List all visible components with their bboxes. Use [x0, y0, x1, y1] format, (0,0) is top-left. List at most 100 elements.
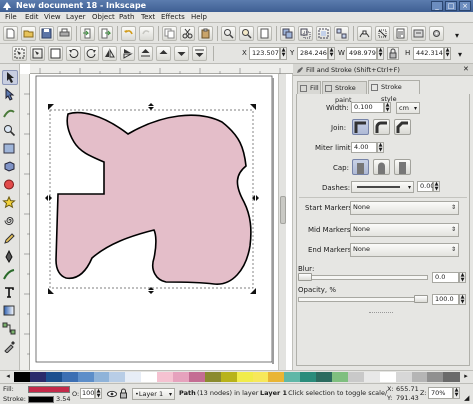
dash-offset-stepper[interactable]: ▲ ▼ — [433, 181, 440, 192]
cap-square-button[interactable] — [394, 159, 411, 175]
join-miter-button[interactable] — [352, 119, 369, 135]
rotate-cw-button[interactable] — [84, 46, 99, 61]
zoom-drawing-button[interactable] — [239, 26, 254, 41]
cap-round-button[interactable] — [373, 159, 390, 175]
open-button[interactable] — [21, 26, 36, 41]
cut-button[interactable] — [180, 26, 195, 41]
print-button[interactable] — [57, 26, 72, 41]
panel-resize-grip[interactable] — [369, 312, 393, 314]
save-button[interactable] — [39, 26, 54, 41]
tab-stroke-style[interactable]: Stroke style — [368, 80, 420, 103]
palette-scroll-left-icon[interactable]: ◂ — [2, 372, 14, 382]
node-tool[interactable] — [2, 87, 18, 103]
cap-butt-button[interactable] — [352, 159, 369, 175]
end-markers-select[interactable]: None ⇕ — [350, 243, 459, 257]
palette-swatch[interactable] — [45, 372, 63, 382]
palette-swatch[interactable] — [157, 372, 174, 382]
tweak-tool[interactable] — [2, 106, 18, 121]
palette-swatch[interactable] — [14, 372, 31, 382]
deselect-button[interactable] — [48, 46, 63, 61]
zoom-selection-button[interactable] — [221, 26, 236, 41]
rectangle-tool[interactable] — [2, 142, 18, 157]
palette-swatch[interactable] — [188, 372, 206, 382]
zoom-input[interactable]: 70% — [428, 387, 453, 399]
palette-swatch[interactable] — [347, 372, 365, 382]
palette-swatch[interactable] — [395, 372, 413, 382]
w-input[interactable]: 498.979 — [346, 47, 377, 60]
h-input[interactable]: 442.314 — [413, 47, 444, 60]
palette-swatch[interactable] — [284, 372, 301, 382]
palette-swatch[interactable] — [332, 372, 349, 382]
palette-swatch[interactable] — [220, 372, 238, 382]
left-scale-handle[interactable] — [45, 195, 52, 201]
palette-swatch[interactable] — [236, 372, 254, 382]
opacity-stepper[interactable]: ▲ ▼ — [459, 294, 466, 305]
menu-object[interactable]: Object — [92, 13, 115, 21]
scrollbar-thumb[interactable] — [280, 196, 286, 224]
opacity-quick-stepper[interactable]: ▲ ▼ — [95, 388, 102, 399]
controls-overflow-icon[interactable]: ▾ — [458, 50, 462, 59]
menu-help[interactable]: Help — [191, 13, 207, 21]
menu-file[interactable]: File — [5, 13, 17, 21]
preferences-button[interactable] — [411, 26, 426, 41]
opacity-slider[interactable] — [298, 297, 428, 302]
dropper-tool[interactable] — [2, 340, 18, 355]
export-button[interactable] — [98, 26, 113, 41]
dash-pattern-select[interactable]: ▾ — [351, 181, 414, 193]
layer-lock-icon[interactable] — [119, 388, 128, 399]
stroke-width-stepper[interactable]: ▲ ▼ — [384, 102, 391, 113]
document-properties-button[interactable] — [393, 26, 408, 41]
h-stepper[interactable]: ▲ ▼ — [444, 47, 451, 60]
spiral-tool[interactable] — [2, 214, 18, 229]
toolbar-overflow-icon[interactable]: ▾ — [455, 31, 459, 40]
zoom-page-button[interactable] — [257, 26, 272, 41]
mid-markers-select[interactable]: None ⇕ — [350, 223, 459, 237]
pencil-tool[interactable] — [2, 232, 18, 247]
current-layer-select[interactable]: •Layer 1 ▾ — [132, 388, 175, 400]
select-all-layers-button[interactable] — [30, 46, 45, 61]
ungroup-button[interactable] — [334, 26, 349, 41]
raise-button[interactable] — [156, 46, 171, 61]
join-bevel-button[interactable] — [394, 119, 411, 135]
resize-grip-icon[interactable]: ◢ — [464, 394, 472, 402]
zoom-stepper[interactable]: ▲ ▼ — [453, 387, 460, 399]
group-button[interactable] — [316, 26, 331, 41]
palette-swatch[interactable] — [61, 372, 79, 382]
dash-offset-input[interactable]: 0.00 — [417, 181, 434, 192]
calligraphy-tool[interactable] — [2, 268, 18, 283]
vertical-scrollbar[interactable] — [278, 74, 286, 370]
palette-swatch[interactable] — [427, 372, 444, 382]
paste-button[interactable] — [198, 26, 213, 41]
connector-tool[interactable] — [2, 322, 18, 337]
x-stepper[interactable]: ▲ ▼ — [280, 47, 287, 60]
top-scale-handle[interactable] — [148, 103, 154, 110]
node-editor-button[interactable] — [357, 26, 372, 41]
palette-swatch[interactable] — [316, 372, 333, 382]
palette-swatch[interactable] — [109, 372, 126, 382]
lower-to-bottom-button[interactable] — [192, 46, 207, 61]
opacity-slider-handle[interactable] — [414, 295, 428, 303]
palette-swatch[interactable] — [173, 372, 190, 382]
new-document-button[interactable] — [3, 26, 18, 41]
miter-limit-input[interactable]: 4.00 — [351, 142, 377, 153]
opacity-input[interactable]: 100.0 — [432, 294, 459, 305]
blur-slider[interactable] — [298, 275, 428, 280]
ellipse-tool[interactable] — [2, 178, 18, 193]
flip-horizontal-button[interactable] — [102, 46, 117, 61]
maximize-button[interactable]: □ — [445, 1, 457, 11]
select-all-button[interactable] — [12, 46, 27, 61]
stroke-width-input[interactable]: 0.100 — [351, 102, 384, 113]
menu-text[interactable]: Text — [141, 13, 155, 21]
tab-stroke-paint[interactable]: Stroke paint — [322, 81, 367, 104]
palette-scroll-right-icon[interactable]: ▸ — [461, 372, 471, 382]
eye-icon[interactable] — [107, 389, 117, 399]
palette-swatch[interactable] — [379, 372, 397, 382]
menu-effects[interactable]: Effects — [161, 13, 185, 21]
blur-slider-handle[interactable] — [298, 273, 312, 281]
selected-path[interactable] — [55, 111, 252, 285]
panel-close-icon[interactable]: ✕ — [463, 65, 469, 73]
fill-color-indicator[interactable] — [28, 386, 70, 393]
rotate-ccw-button[interactable] — [66, 46, 81, 61]
box3d-tool[interactable] — [2, 160, 18, 175]
close-button[interactable]: × — [459, 1, 471, 11]
